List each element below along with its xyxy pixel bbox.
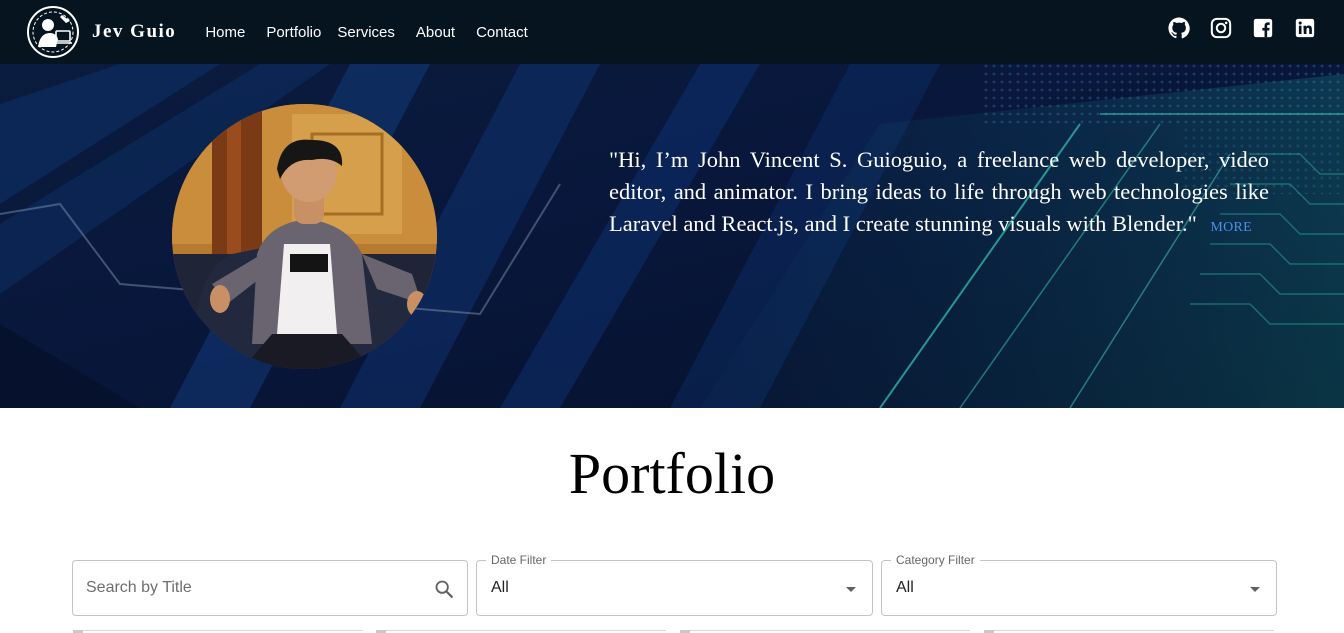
linkedin-icon[interactable] (1294, 17, 1316, 39)
instagram-icon[interactable] (1210, 17, 1232, 39)
social-links (1168, 17, 1316, 39)
dropdown-arrow-icon (846, 587, 856, 592)
more-link[interactable]: MORE (1210, 220, 1252, 235)
dropdown-arrow-icon (1250, 587, 1260, 592)
brand-name[interactable]: Jev Guio (92, 21, 176, 43)
nav-services[interactable]: Services (337, 24, 395, 41)
developer-logo-icon[interactable] (26, 5, 80, 59)
top-navbar: Jev Guio Home Portfolio Services About C… (0, 0, 1344, 64)
search-field (72, 560, 468, 616)
category-filter-value: All (896, 579, 914, 596)
hero-quote: "Hi, I’m John Vincent S. Guioguio, a fre… (609, 147, 1269, 236)
category-filter-label: Category Filter (891, 553, 980, 567)
brand[interactable]: Jev Guio (26, 5, 176, 59)
hero-intro-text: "Hi, I’m John Vincent S. Guioguio, a fre… (609, 144, 1269, 244)
profile-photo (172, 104, 437, 369)
main-nav: Home Portfolio Services About Contact (205, 24, 548, 41)
portfolio-title: Portfolio (568, 441, 776, 506)
nav-about[interactable]: About (416, 24, 455, 41)
nav-contact[interactable]: Contact (476, 24, 528, 41)
hero-banner: "Hi, I’m John Vincent S. Guioguio, a fre… (0, 64, 1344, 408)
category-filter-select[interactable]: Category Filter All (881, 553, 1277, 616)
nav-portfolio[interactable]: Portfolio (266, 24, 321, 41)
date-filter-value: All (491, 579, 509, 596)
search-icon[interactable] (433, 578, 455, 600)
nav-home[interactable]: Home (205, 24, 245, 41)
facebook-icon[interactable] (1252, 17, 1274, 39)
date-filter-select[interactable]: Date Filter All (476, 553, 873, 616)
github-icon[interactable] (1168, 17, 1190, 39)
search-input[interactable] (86, 561, 426, 615)
date-filter-label: Date Filter (486, 553, 552, 567)
